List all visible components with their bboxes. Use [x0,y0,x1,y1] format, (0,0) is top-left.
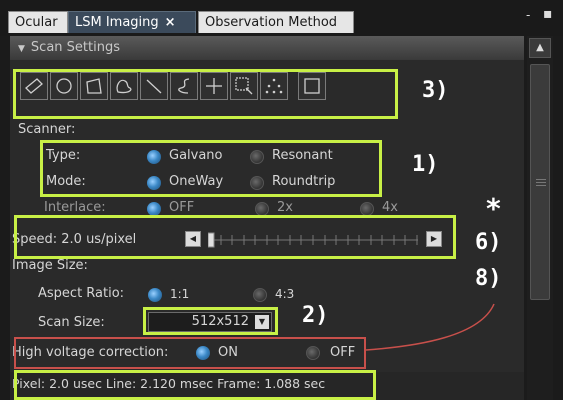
annotation-box-speed [14,215,456,259]
grip-line [536,179,546,180]
vertical-scrollbar[interactable]: ▲ [527,36,553,400]
tab-ocular-label: Ocular [15,15,58,30]
interlace-label: Interlace: [44,200,106,215]
interlace-off-radio[interactable] [147,202,161,216]
scroll-up-arrow-icon[interactable]: ▲ [529,38,551,58]
maximize-icon[interactable]: ▪ [543,6,553,22]
interlace-2x-radio[interactable] [255,202,269,216]
aspect-4-3-label: 4:3 [275,287,295,301]
annotation-label-star: * [485,192,502,225]
interlace-4x-label: 4x [382,200,398,215]
annotation-box-scan-size [143,307,278,335]
section-title: Scan Settings [30,40,120,55]
tab-ocular[interactable]: Ocular [8,11,68,33]
grip-line [536,185,546,186]
interlace-off-label: OFF [169,200,195,215]
scanner-label: Scanner: [18,122,76,137]
annotation-label-2: 2) [302,303,329,328]
annotation-label-1: 1) [412,152,439,177]
interlace-2x-label: 2x [277,200,293,215]
close-icon[interactable]: × [165,15,176,30]
annotation-label-6: 6) [475,230,502,255]
annotation-box-status [14,370,376,400]
annotation-connector [365,303,495,351]
grip-line [536,182,546,183]
aspect-4-3-radio[interactable] [253,288,267,302]
annotation-label-3: 3) [422,78,449,103]
tab-observation-method[interactable]: Observation Method [198,11,354,33]
collapse-triangle-icon: ▼ [18,44,25,54]
tab-bar: Ocular LSM Imaging × Observation Method -… [0,0,563,36]
annotation-label-8: 8) [475,266,502,291]
tab-observation-method-label: Observation Method [205,15,338,30]
minimize-icon[interactable]: - [526,8,530,22]
aspect-1-1-radio[interactable] [148,288,162,302]
aspect-ratio-label: Aspect Ratio: [38,286,125,301]
tab-lsm-imaging[interactable]: LSM Imaging × [68,11,196,33]
annotation-box-toolbar [13,69,398,119]
scrollbar-thumb[interactable] [530,64,550,300]
image-size-label: Image Size: [12,258,88,273]
scan-size-label: Scan Size: [38,315,105,330]
annotation-box-scanner [40,140,382,197]
section-header-scan-settings[interactable]: ▼ Scan Settings [10,36,524,60]
tab-lsm-imaging-label: LSM Imaging [75,15,159,30]
aspect-1-1-label: 1:1 [170,287,190,301]
interlace-4x-radio[interactable] [360,202,374,216]
annotation-box-hv-correction [14,337,366,369]
